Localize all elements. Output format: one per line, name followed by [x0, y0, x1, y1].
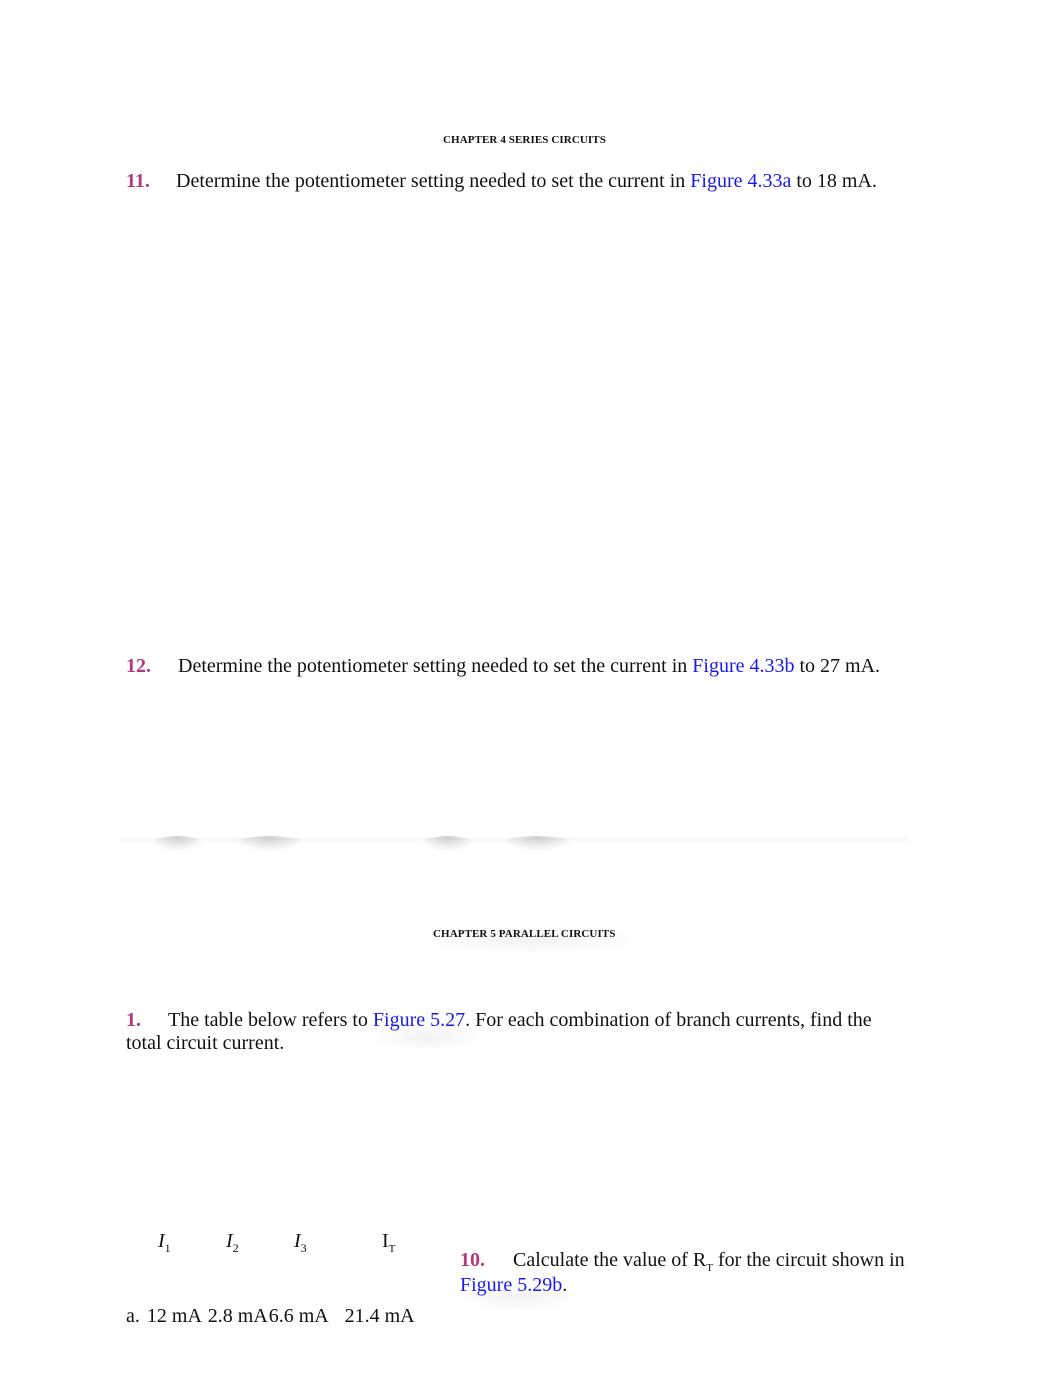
period: . — [562, 1274, 568, 1296]
blur-artifact — [420, 836, 475, 852]
row-label: a. — [126, 1305, 140, 1327]
figure-link-5-27[interactable]: Figure 5.27 — [373, 1009, 465, 1031]
question-10-line2: Figure 5.29b. — [460, 1274, 567, 1297]
table-header-i3: I3 — [294, 1230, 307, 1255]
cell-i2: 2.8 mA — [207, 1305, 267, 1327]
chapter-5-heading: CHAPTER 5 PARALLEL CIRCUITS — [433, 928, 616, 940]
question-text-end: for the circuit shown in — [713, 1249, 905, 1271]
question-11: 11. Determine the potentiometer setting n… — [126, 170, 877, 193]
table-header-i2: I2 — [226, 1230, 239, 1255]
question-number: 1. — [126, 1009, 141, 1031]
table-header-it: IT — [382, 1230, 396, 1255]
question-number: 11. — [126, 170, 150, 192]
table-row: a. 12 mA 2.8 mA 6.6 mA 21.4 mA — [126, 1305, 415, 1328]
subscript-t: T — [706, 1262, 713, 1274]
cell-i3: 6.6 mA — [268, 1305, 328, 1327]
question-1: 1. The table below refers to Figure 5.27.… — [126, 1009, 872, 1032]
question-text: Determine the potentiometer setting need… — [176, 170, 691, 192]
blur-artifact — [500, 836, 575, 852]
question-text-end: to 18 mA. — [791, 170, 877, 192]
question-number: 12. — [126, 655, 151, 677]
table-header-i1: I1 — [158, 1230, 171, 1255]
question-text-end: . For each combination of branch current… — [465, 1009, 872, 1031]
blur-artifact — [150, 836, 205, 852]
chapter-4-heading: CHAPTER 4 SERIES CIRCUITS — [443, 134, 606, 146]
cell-i1: 12 mA — [146, 1305, 201, 1327]
question-text-end: to 27 mA. — [794, 655, 881, 677]
question-text: Determine the potentiometer setting need… — [178, 655, 693, 677]
question-text: The table below refers to — [168, 1009, 373, 1031]
question-1-line2: total circuit current. — [126, 1032, 285, 1054]
question-12: 12. Determine the potentiometer setting n… — [126, 655, 880, 678]
cell-it: 21.4 mA — [344, 1305, 415, 1327]
figure-link-4-33a[interactable]: Figure 4.33a — [690, 170, 791, 192]
question-number: 10. — [460, 1249, 485, 1271]
figure-link-5-29b[interactable]: Figure 5.29b — [460, 1274, 562, 1296]
question-text: Calculate the value of R — [513, 1249, 707, 1271]
blur-artifact — [232, 836, 307, 852]
figure-link-4-33b[interactable]: Figure 4.33b — [692, 655, 794, 677]
